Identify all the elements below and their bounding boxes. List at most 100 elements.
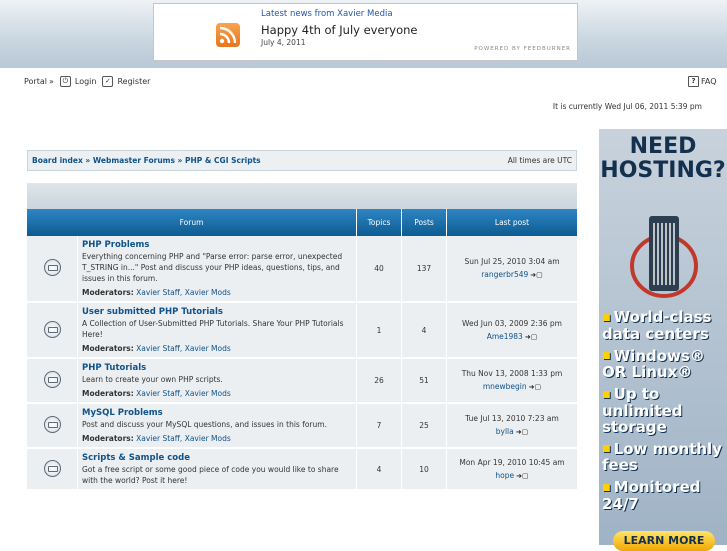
forum-description: A Collection of User-Submitted PHP Tutor… [82,319,344,339]
forum-description: Post and discuss your MySQL questions, a… [82,420,327,429]
posts-count: 51 [401,358,447,404]
timezone-label: All times are UTC [507,156,572,165]
moderators-link[interactable]: Xavier Staff, Xavier Mods [136,288,231,297]
forum-name-link[interactable]: User submitted PHP Tutorials [82,307,223,317]
moderators: Moderators: Xavier Staff, Xavier Mods [82,343,352,354]
last-post-user[interactable]: rangerbr549 [481,270,528,279]
forum-name-link[interactable]: MySQL Problems [82,408,163,418]
ad-headline-line1: NEED [629,134,697,159]
col-posts: Posts [401,209,447,236]
login-link[interactable]: Login [75,77,97,86]
faq-nav: ? FAQ [684,76,717,87]
table-row: MySQL Problems Post and discuss your MySQ… [27,403,577,449]
col-forum: Forum [27,209,357,236]
ad-bullet-item: World-class data centers [602,309,727,342]
last-post-date: Tue Jul 13, 2010 7:23 am [465,414,559,423]
table-row: Scripts & Sample code Got a free script o… [27,448,577,491]
goto-last-post-icon[interactable]: ➜▢ [516,426,528,439]
moderators: Moderators: Xavier Staff, Xavier Mods [82,287,352,298]
moderators-link[interactable]: Xavier Staff, Xavier Mods [136,344,231,353]
last-post-cell: Thu Nov 13, 2008 1:33 pm mnewbegin ➜▢ [446,358,577,404]
table-row: User submitted PHP Tutorials A Collection… [27,302,577,359]
moderators-link[interactable]: Xavier Staff, Xavier Mods [136,389,231,398]
learn-more-button[interactable]: LEARN MORE [613,531,715,551]
portal-link[interactable]: Portal [24,77,47,86]
ad-bullet-item: Windows® OR Linux® [602,348,727,381]
ad-headline-line2: HOSTING? [600,158,726,183]
table-row: PHP Tutorials Learn to create your own PH… [27,358,577,404]
ad-headline: NEED HOSTING? [599,135,727,183]
nav-separator: » [48,77,54,86]
last-post-user[interactable]: bylla [496,427,514,436]
forum-info: Scripts & Sample code Got a free script o… [77,448,357,491]
breadcrumb[interactable]: Board index » Webmaster Forums » PHP & C… [32,156,261,165]
moderators: Moderators: Xavier Staff, Xavier Mods [82,433,352,444]
ad-bullet-item: Monitored 24/7 [602,479,727,512]
forum-info: MySQL Problems Post and discuss your MySQ… [77,403,357,449]
ad-bullets: World-class data centers Windows® OR Linu… [602,309,727,518]
forum-description: Learn to create your own PHP scripts. [82,375,223,384]
goto-last-post-icon[interactable]: ➜▢ [525,331,537,344]
topics-count: 1 [356,302,402,359]
goto-last-post-icon[interactable]: ➜▢ [516,470,528,483]
last-post-date: Thu Nov 13, 2008 1:33 pm [461,369,563,378]
section-bar [27,183,577,209]
breadcrumb-bar: Board index » Webmaster Forums » PHP & C… [27,150,577,171]
topics-count: 26 [356,358,402,404]
server-icon [630,216,698,298]
register-icon: ✓ [102,76,114,87]
topics-count: 7 [356,403,402,449]
login-icon: ⏻ [59,76,71,87]
powered-by: POWERED BY FEEDBURNER [474,46,571,52]
table-row: PHP Problems Everything concerning PHP an… [27,236,577,303]
last-post-cell: Mon Apr 19, 2010 10:45 am hope ➜▢ [446,448,577,491]
forum-name-link[interactable]: Scripts & Sample code [82,453,190,463]
last-post-user[interactable]: hope [495,471,514,480]
current-time: It is currently Wed Jul 06, 2011 5:39 pm [552,102,702,111]
topics-count: 40 [356,236,402,303]
moderators-link[interactable]: Xavier Staff, Xavier Mods [136,434,231,443]
news-widget[interactable]: Latest news from Xavier Media Happy 4th … [153,3,578,61]
moderators: Moderators: Xavier Staff, Xavier Mods [82,388,352,399]
last-post-date: Wed Jun 03, 2009 2:36 pm [462,318,562,328]
moderators-label: Moderators: [82,288,134,297]
posts-count: 137 [401,236,447,303]
top-banner: Latest news from Xavier Media Happy 4th … [0,0,727,68]
moderators-label: Moderators: [82,389,134,398]
faq-icon: ? [688,76,699,87]
ad-bullet-item: Up to unlimited storage [602,386,727,435]
last-post-date: Mon Apr 19, 2010 10:45 am [459,457,565,467]
goto-last-post-icon[interactable]: ➜▢ [529,381,541,394]
last-post-user[interactable]: mnewbegin [483,382,527,391]
forum-description: Everything concerning PHP and "Parse err… [82,252,343,283]
posts-count: 4 [401,302,447,359]
register-link[interactable]: Register [117,77,150,86]
last-post-user[interactable]: Ame1983 [487,332,523,341]
forum-info: PHP Problems Everything concerning PHP an… [77,236,357,303]
news-header[interactable]: Latest news from Xavier Media [261,9,393,19]
last-post-date: Sun Jul 25, 2010 3:04 am [464,257,560,266]
moderators-label: Moderators: [82,344,134,353]
col-last-post: Last post [446,209,577,236]
forum-name-link[interactable]: PHP Problems [82,240,149,250]
forum-read-icon [27,403,78,449]
faq-link[interactable]: FAQ [701,77,717,86]
news-title[interactable]: Happy 4th of July everyone [261,23,418,37]
forum-read-icon [27,448,78,491]
rss-icon [216,23,240,47]
top-nav: Portal » ⏻ Login ✓ Register [24,76,150,87]
posts-count: 10 [401,448,447,491]
forum-table: Forum Topics Posts Last post PHP Problem… [27,209,577,491]
last-post-cell: Wed Jun 03, 2009 2:36 pm Ame1983 ➜▢ [446,302,577,359]
news-date: July 4, 2011 [261,38,306,47]
forum-info: PHP Tutorials Learn to create your own PH… [77,358,357,404]
moderators-label: Moderators: [82,434,134,443]
col-topics: Topics [356,209,402,236]
last-post-cell: Sun Jul 25, 2010 3:04 am rangerbr549 ➜▢ [446,236,577,303]
goto-last-post-icon[interactable]: ➜▢ [530,269,542,282]
forum-info: User submitted PHP Tutorials A Collection… [77,302,357,359]
forum-description: Got a free script or some good piece of … [82,465,339,485]
hosting-ad[interactable]: NEED HOSTING? World-class data centers Wi… [599,129,727,551]
ad-bullet-item: Low monthly fees [602,441,727,474]
forum-name-link[interactable]: PHP Tutorials [82,363,146,373]
